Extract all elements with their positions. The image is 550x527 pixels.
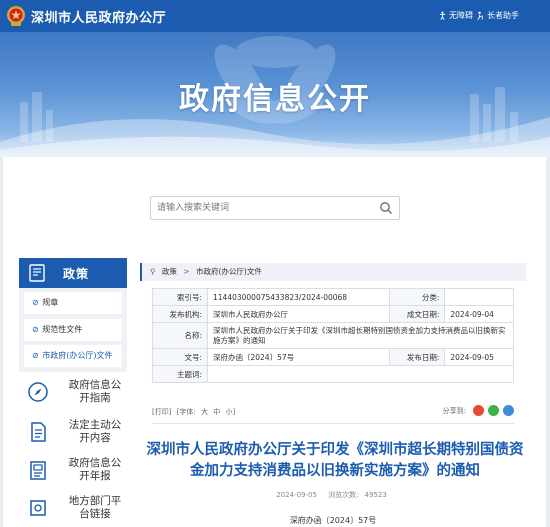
banner: 政府信息公开: [0, 32, 550, 157]
sidebar-submenu: ⊘ 规章 ⊘ 规范性文件 ⊘ 市政府(办公厅)文件: [19, 288, 127, 372]
accessibility-link[interactable]: 无障碍: [438, 10, 473, 21]
sidebar-item-label: 规范性文件: [42, 325, 83, 334]
print-button[interactable]: [打印]: [152, 408, 171, 416]
site-name[interactable]: 深圳市人民政府办公厅: [31, 7, 166, 26]
sidebar-link-annual-report[interactable]: 政府信息公开年报: [19, 454, 127, 486]
search-box: [150, 196, 400, 220]
meta-written-date: 2024-09-04: [444, 305, 514, 323]
meta-index-no: 114403000075433823/2024-00068: [206, 288, 391, 306]
wechat-share-icon[interactable]: [488, 405, 499, 416]
breadcrumb-separator: >: [183, 267, 190, 276]
sidebar-item-label: 市政府(办公厅)文件: [42, 351, 113, 360]
sidebar-item-municipal-docs[interactable]: ⊘ 市政府(办公厅)文件: [24, 345, 122, 367]
sidebar-item-regulations[interactable]: ⊘ 规章: [24, 292, 122, 314]
sidebar-section-title: 政策: [63, 267, 90, 281]
sidebar-link-label: 地方部门平台链接: [68, 495, 122, 520]
font-size-label: [字体:: [176, 408, 196, 416]
meta-issuer: 深圳市人民政府办公厅: [206, 305, 391, 323]
meta-label: 名称:: [152, 322, 208, 349]
accessibility-label: 无障碍: [449, 11, 473, 20]
policy-book-icon: [29, 264, 45, 282]
meta-label: 文号:: [152, 348, 208, 366]
bullet-icon: ⊘: [32, 351, 39, 360]
elder-assistant-link[interactable]: 长者助手: [476, 10, 519, 21]
meta-label: 成文日期:: [389, 305, 446, 323]
sidebar-link-statutory-content[interactable]: 法定主动公开内容: [19, 416, 127, 448]
meta-doc-name: 深圳市人民政府办公厅关于印发《深圳市超长期特别国债资金加力支持消费品以旧换新实施…: [207, 322, 514, 349]
accessibility-icon: [439, 11, 446, 20]
meta-label: 索引号:: [152, 288, 208, 306]
meta-publish-date: 2024-09-05: [444, 348, 514, 366]
font-size-medium-button[interactable]: 中: [213, 408, 220, 416]
national-emblem-icon: [7, 6, 25, 26]
sidebar-link-dept-platforms[interactable]: 地方部门平台链接: [19, 492, 127, 524]
sidebar-link-label: 政府信息公开年报: [68, 457, 122, 482]
sidebar-link-label: 法定主动公开内容: [68, 419, 122, 444]
divider: [152, 423, 514, 424]
search-input[interactable]: [157, 200, 367, 216]
font-size-large-button[interactable]: 大: [201, 408, 208, 416]
article-tools: [打印] [字体: 大 中 小] 分享到:: [152, 405, 514, 419]
views-count: 49523: [364, 491, 387, 499]
document-icon: [31, 422, 46, 442]
weibo-share-icon[interactable]: [473, 405, 484, 416]
sidebar-section-header[interactable]: 政策: [19, 258, 127, 288]
meta-label: 发布机构:: [152, 305, 208, 323]
link-icon: [30, 500, 46, 516]
meta-doc-number: 深府办函〔2024〕57号: [206, 348, 391, 366]
meta-label: 主题词:: [152, 365, 208, 383]
elder-assistant-label: 长者助手: [487, 11, 519, 20]
breadcrumb-item[interactable]: 政策: [162, 267, 177, 276]
article-doc-number: 深府办函〔2024〕57号: [289, 516, 377, 525]
font-size-small-button[interactable]: 小]: [226, 408, 236, 416]
top-bar: 深圳市人民政府办公厅 无障碍 长者助手: [0, 0, 550, 32]
location-pin-icon: ⚲: [150, 267, 156, 276]
meta-label: 发布日期:: [389, 348, 446, 366]
views-label: 浏览次数:: [328, 491, 359, 499]
document-metadata-table: 索引号: 114403000075433823/2024-00068 分类: 发…: [152, 288, 514, 383]
meta-keywords: [207, 365, 514, 383]
article-meta: 2024-09-05 浏览次数: 49523: [152, 490, 514, 500]
share-label: 分享到:: [442, 406, 466, 415]
sidebar-item-normative-docs[interactable]: ⊘ 规范性文件: [24, 319, 122, 341]
search-icon[interactable]: [379, 201, 393, 215]
bullet-icon: ⊘: [32, 325, 39, 334]
meta-category: [444, 288, 514, 306]
compass-icon: [28, 382, 48, 402]
banner-title: 政府信息公开: [179, 82, 371, 117]
breadcrumb: ⚲ 政策 > 市政府(办公厅)文件: [140, 263, 526, 281]
sidebar-link-label: 政府信息公开指南: [68, 379, 122, 404]
meta-label: 分类:: [389, 288, 446, 306]
article-date: 2024-09-05: [276, 491, 317, 499]
sidebar-link-disclosure-guide[interactable]: 政府信息公开指南: [19, 376, 127, 408]
report-icon: [30, 461, 46, 480]
bullet-icon: ⊘: [32, 298, 39, 307]
qq-share-icon[interactable]: [503, 405, 514, 416]
article-title: 深圳市人民政府办公厅关于印发《深圳市超长期特别国债资金加力支持消费品以旧换新实施…: [146, 442, 524, 479]
breadcrumb-item[interactable]: 市政府(办公厅)文件: [196, 267, 262, 276]
elder-assistant-icon: [477, 11, 483, 20]
sidebar-item-label: 规章: [42, 298, 59, 307]
